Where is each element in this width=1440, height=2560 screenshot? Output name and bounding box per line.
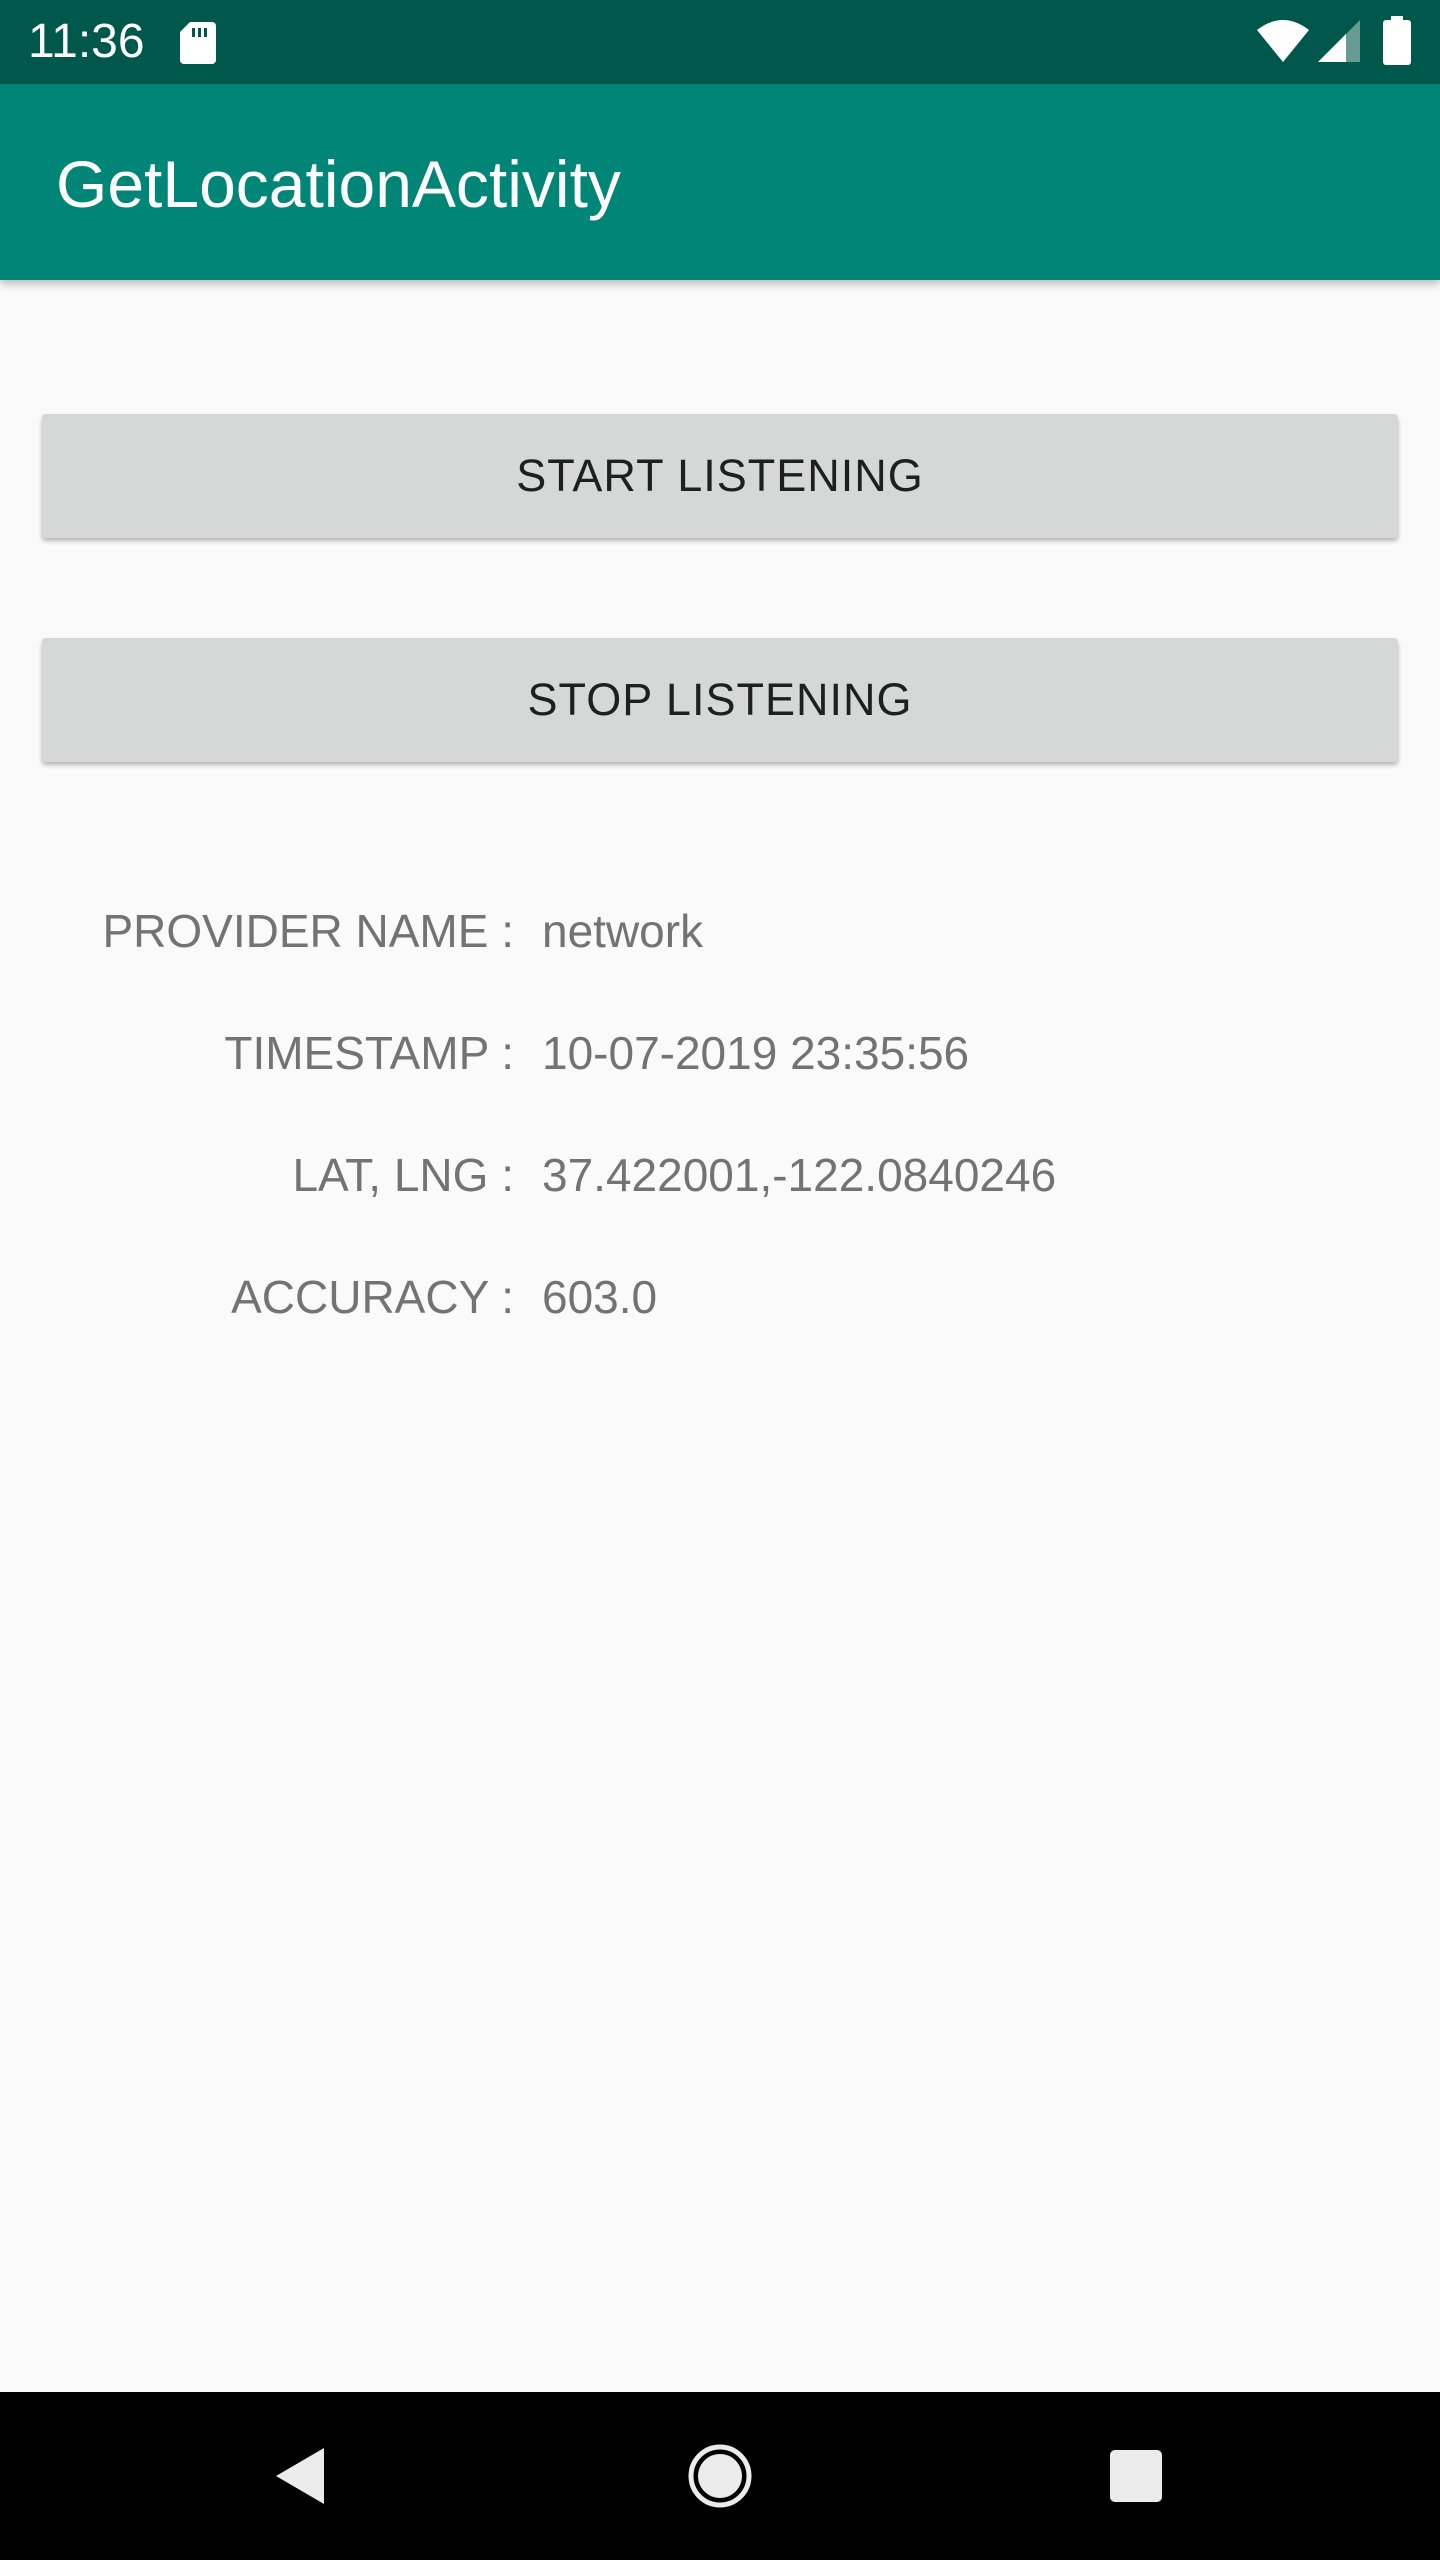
accuracy-value: 603.0 [542, 1271, 658, 1323]
accuracy-row: ACCURACY : 603.0 [0, 1262, 1440, 1332]
sd-card-icon [180, 22, 216, 64]
timestamp-value: 10-07-2019 23:35:56 [542, 1027, 970, 1079]
status-bar: 11:36 [0, 0, 1440, 84]
cell-signal-icon [1318, 20, 1360, 62]
recents-icon[interactable] [1108, 2448, 1164, 2504]
accuracy-label: ACCURACY : [231, 1271, 514, 1323]
provider-row: PROVIDER NAME : network [0, 896, 1440, 966]
battery-icon [1383, 16, 1411, 65]
back-icon[interactable] [272, 2444, 328, 2508]
app-title: GetLocationActivity [56, 147, 621, 221]
app-bar: GetLocationActivity [0, 84, 1440, 280]
status-time: 11:36 [28, 15, 145, 68]
home-icon[interactable] [686, 2442, 754, 2510]
screen: 11:36 GetLocationActivity START LISTENIN… [0, 0, 1440, 2560]
latlng-value: 37.422001,-122.0840246 [542, 1149, 1057, 1201]
navigation-bar [0, 2392, 1440, 2560]
start-listening-button[interactable]: START LISTENING [42, 414, 1398, 538]
timestamp-label: TIMESTAMP : [224, 1027, 514, 1079]
timestamp-row: TIMESTAMP : 10-07-2019 23:35:56 [0, 1018, 1440, 1088]
latlng-label: LAT, LNG : [292, 1149, 514, 1201]
stop-listening-button[interactable]: STOP LISTENING [42, 638, 1398, 762]
provider-value: network [542, 905, 704, 957]
latlng-row: LAT, LNG : 37.422001,-122.0840246 [0, 1140, 1440, 1210]
provider-label: PROVIDER NAME : [102, 905, 514, 957]
wifi-icon [1257, 20, 1309, 62]
